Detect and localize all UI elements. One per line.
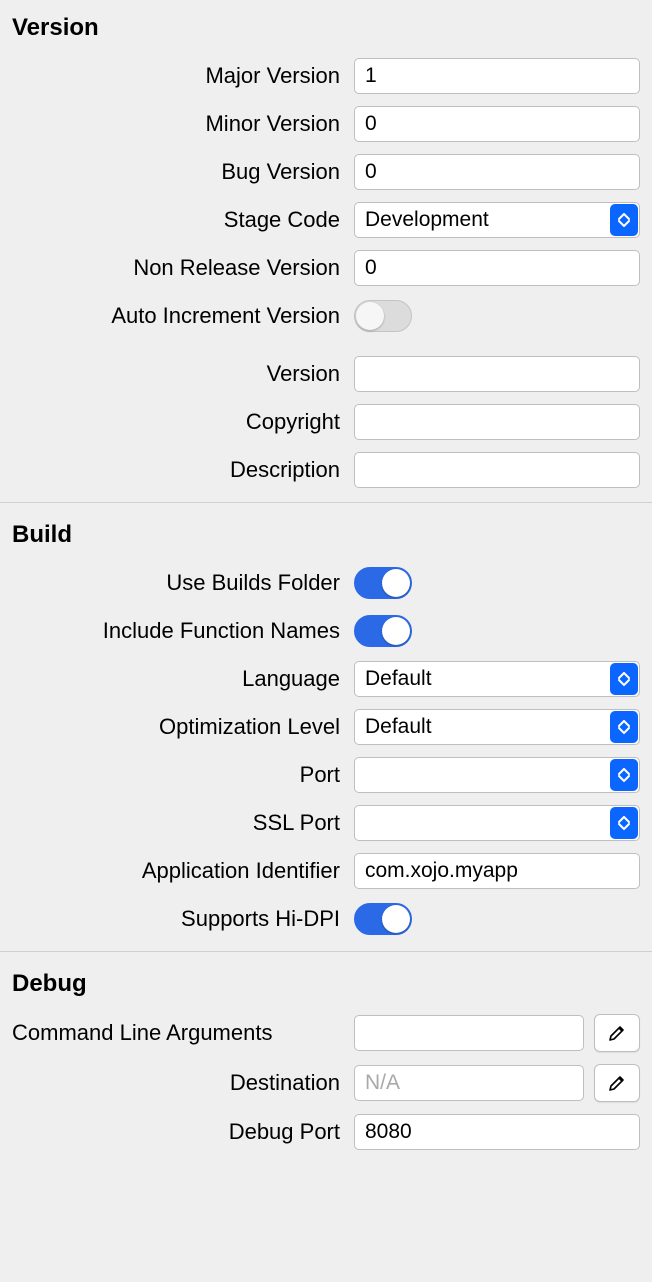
command-line-arguments-input[interactable] bbox=[354, 1015, 584, 1051]
label-application-identifier: Application Identifier bbox=[0, 858, 340, 884]
label-stage-code: Stage Code bbox=[0, 207, 340, 233]
destination-input[interactable] bbox=[354, 1065, 584, 1101]
label-include-function-names: Include Function Names bbox=[0, 618, 340, 644]
label-version: Version bbox=[0, 361, 340, 387]
label-port: Port bbox=[0, 762, 340, 788]
pencil-icon bbox=[607, 1073, 627, 1093]
label-nonrelease-version: Non Release Version bbox=[0, 255, 340, 281]
supports-hidpi-toggle[interactable] bbox=[354, 903, 412, 935]
label-bug-version: Bug Version bbox=[0, 159, 340, 185]
label-ssl-port: SSL Port bbox=[0, 810, 340, 836]
section-title-version: Version bbox=[0, 0, 652, 52]
label-copyright: Copyright bbox=[0, 409, 340, 435]
language-select[interactable] bbox=[354, 661, 640, 697]
section-title-build: Build bbox=[0, 507, 652, 559]
section-divider bbox=[0, 951, 652, 952]
auto-increment-toggle[interactable] bbox=[354, 300, 412, 332]
label-minor-version: Minor Version bbox=[0, 111, 340, 137]
include-function-names-toggle[interactable] bbox=[354, 615, 412, 647]
label-auto-increment: Auto Increment Version bbox=[0, 303, 340, 329]
minor-version-input[interactable] bbox=[354, 106, 640, 142]
ssl-port-select[interactable] bbox=[354, 805, 640, 841]
application-identifier-input[interactable] bbox=[354, 853, 640, 889]
label-language: Language bbox=[0, 666, 340, 692]
stage-code-select[interactable] bbox=[354, 202, 640, 238]
edit-command-line-button[interactable] bbox=[594, 1014, 640, 1052]
section-title-debug: Debug bbox=[0, 956, 652, 1008]
port-select[interactable] bbox=[354, 757, 640, 793]
section-divider bbox=[0, 502, 652, 503]
description-input[interactable] bbox=[354, 452, 640, 488]
debug-port-input[interactable] bbox=[354, 1114, 640, 1150]
use-builds-folder-toggle[interactable] bbox=[354, 567, 412, 599]
label-use-builds-folder: Use Builds Folder bbox=[0, 570, 340, 596]
label-supports-hidpi: Supports Hi-DPI bbox=[0, 906, 340, 932]
label-description: Description bbox=[0, 457, 340, 483]
bug-version-input[interactable] bbox=[354, 154, 640, 190]
label-command-line-arguments: Command Line Arguments bbox=[0, 1020, 340, 1046]
copyright-input[interactable] bbox=[354, 404, 640, 440]
pencil-icon bbox=[607, 1023, 627, 1043]
label-major-version: Major Version bbox=[0, 63, 340, 89]
label-debug-port: Debug Port bbox=[0, 1119, 340, 1145]
edit-destination-button[interactable] bbox=[594, 1064, 640, 1102]
optimization-level-select[interactable] bbox=[354, 709, 640, 745]
version-input[interactable] bbox=[354, 356, 640, 392]
nonrelease-version-input[interactable] bbox=[354, 250, 640, 286]
label-optimization-level: Optimization Level bbox=[0, 714, 340, 740]
label-destination: Destination bbox=[0, 1070, 340, 1096]
major-version-input[interactable] bbox=[354, 58, 640, 94]
